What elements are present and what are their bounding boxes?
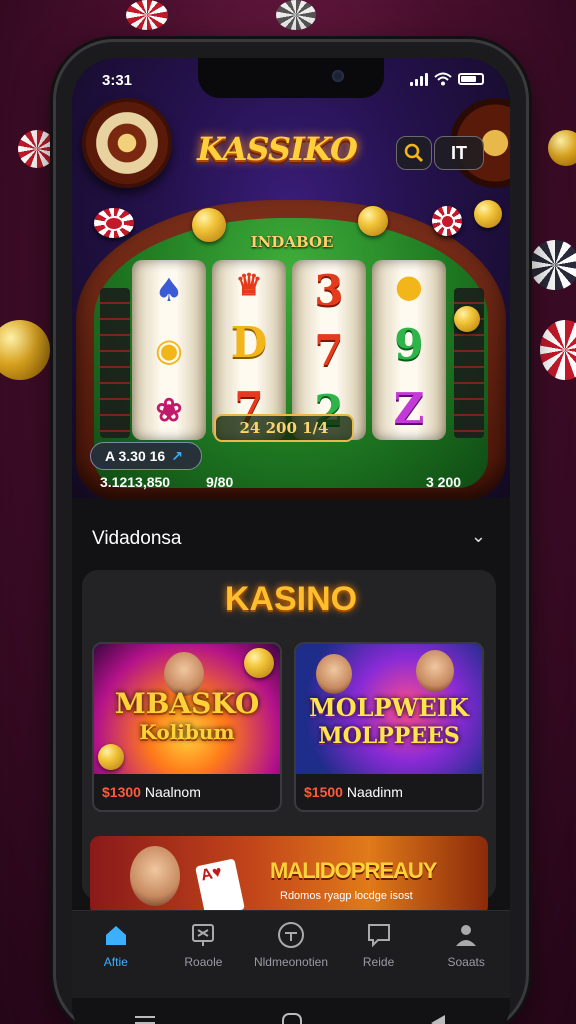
slot-reel: ♠ ◉ ❀ [132, 260, 206, 440]
nav-label: Aftie [103, 955, 128, 969]
bet-display[interactable]: 24 200 1/4 [214, 414, 354, 442]
background-chip-icon [530, 240, 576, 290]
felt-label: INDABOE [250, 233, 334, 251]
nav-label: Soaats [447, 955, 485, 969]
home-icon [102, 921, 130, 949]
clock-icon [277, 921, 305, 949]
game-price: $1300 [102, 784, 141, 800]
chip-icon [432, 206, 462, 236]
chip-icon [94, 208, 134, 238]
reel-symbol-icon: ♠ [154, 271, 184, 309]
bet-grid-left [100, 288, 130, 438]
game-title-main: MOLPWEIK [309, 693, 469, 722]
search-icon [404, 143, 424, 163]
background-chip-icon [18, 130, 56, 168]
slots-icon [189, 921, 217, 949]
nav-item-chat[interactable]: Reide [335, 911, 423, 998]
game-label: Naalnom [144, 784, 201, 800]
character-avatar [316, 654, 352, 694]
background-chip-icon [540, 320, 576, 380]
banner-subtitle: Rdomos ryagp locdge isost [280, 890, 413, 902]
game-title: MBASKO Kolibum [94, 690, 280, 746]
nav-label: Roaole [184, 955, 223, 969]
system-nav-bar [72, 998, 510, 1024]
coin-icon [358, 206, 388, 236]
user-icon [452, 921, 480, 949]
game-label: Naadinm [346, 784, 403, 800]
game-title-sub: MOLPPEES [318, 723, 460, 749]
home-button-icon[interactable] [280, 1011, 304, 1024]
slot-game-hero[interactable]: KASSIKO IT INDABOE ♠ ◉ ❀ ♛ D 7 3 7 2 ● 9… [72, 58, 510, 500]
reel-symbol: D [230, 318, 268, 368]
nav-label: Nldmeonotien [253, 955, 328, 969]
status-time: 3:31 [102, 72, 133, 89]
search-button[interactable] [396, 136, 432, 170]
game-meta: $1500 Naadinm [304, 784, 403, 800]
game-meta: $1300 Naalnom [102, 784, 201, 800]
game-title: MOLPWEIK MOLPPEES [296, 694, 482, 750]
nav-item-profile[interactable]: Soaats [422, 911, 510, 998]
coin-icon [474, 200, 502, 228]
section-title: Vidadonsa [92, 528, 182, 549]
coin-icon [454, 306, 480, 332]
app-logo: KASSIKO [197, 130, 358, 168]
background-coin-icon [548, 130, 576, 166]
phone-frame: 3:31 KASSIKO IT INDABOE ♠ ◉ ❀ ♛ D 7 3 7 … [56, 42, 526, 1024]
balance-pill[interactable]: A 3.30 16 ↗ [90, 442, 202, 470]
banner-title: MALIDOPREAUY [270, 858, 437, 883]
character-avatar [416, 650, 454, 692]
coin-icon [98, 744, 124, 770]
character-avatar [130, 846, 180, 906]
battery-icon [458, 73, 484, 85]
chat-icon [365, 921, 393, 949]
wifi-icon [434, 72, 452, 86]
balance-value: A 3.30 16 [105, 448, 166, 464]
reel-symbol: 3 [314, 265, 344, 315]
promo-banner[interactable]: A♥ MALIDOPREAUY Rdomos ryagp locdge isos… [90, 836, 488, 916]
game-title-main: MBASKO [114, 687, 260, 720]
bottom-nav: Aftie Roaole Nldmeonotien Reide Soaats [72, 910, 510, 998]
back-icon[interactable] [427, 1012, 449, 1024]
coin-icon [244, 648, 274, 678]
game-card[interactable]: MOLPWEIK MOLPPEES $1500 Naadinm [294, 642, 484, 812]
reel-symbol-icon: ● [395, 267, 423, 306]
slot-reel: 3 7 2 [292, 260, 366, 440]
nav-item-home[interactable]: Aftie [72, 911, 160, 998]
nav-label: Reide [362, 955, 395, 969]
menu-icon[interactable] [133, 1014, 157, 1024]
reel-symbol: Z [393, 383, 425, 433]
signal-icon [410, 72, 428, 86]
kasino-title: KASINO [224, 580, 358, 618]
background-chip-icon [276, 0, 316, 30]
slot-reel: ● 9 Z [372, 260, 446, 440]
game-card[interactable]: MBASKO Kolibum $1300 Naalnom [92, 642, 282, 812]
info-left: 3.1213,850 [100, 474, 171, 490]
reel-symbol-icon: ❀ [155, 391, 183, 429]
reel-symbol-icon: ♛ [235, 267, 263, 303]
background-chip-icon [0, 320, 50, 380]
arrow-icon: ↗ [171, 447, 183, 464]
reel-symbol: 9 [394, 319, 424, 369]
game-title-sub: Kolibum [139, 720, 235, 744]
info-right: 3 200 [426, 474, 462, 490]
status-bar: 3:31 [72, 72, 510, 96]
chevron-down-icon[interactable]: ⌄ [471, 526, 486, 547]
background-chip-icon [126, 0, 168, 30]
language-button[interactable]: IT [434, 136, 484, 170]
reel-symbol: 7 [314, 325, 344, 375]
nav-item-slots[interactable]: Roaole [160, 911, 248, 998]
game-price: $1500 [304, 784, 343, 800]
coin-icon [192, 208, 226, 242]
app-screen: 3:31 KASSIKO IT INDABOE ♠ ◉ ❀ ♛ D 7 3 7 … [72, 58, 510, 1024]
info-mid: 9/80 [206, 474, 234, 490]
nav-item-live[interactable]: Nldmeonotien [247, 911, 335, 998]
playing-cards-icon: A♥ [195, 858, 245, 916]
reel-symbol-icon: ◉ [155, 331, 183, 369]
slot-reel: ♛ D 7 [212, 260, 286, 440]
roulette-wheel-icon [82, 98, 172, 188]
